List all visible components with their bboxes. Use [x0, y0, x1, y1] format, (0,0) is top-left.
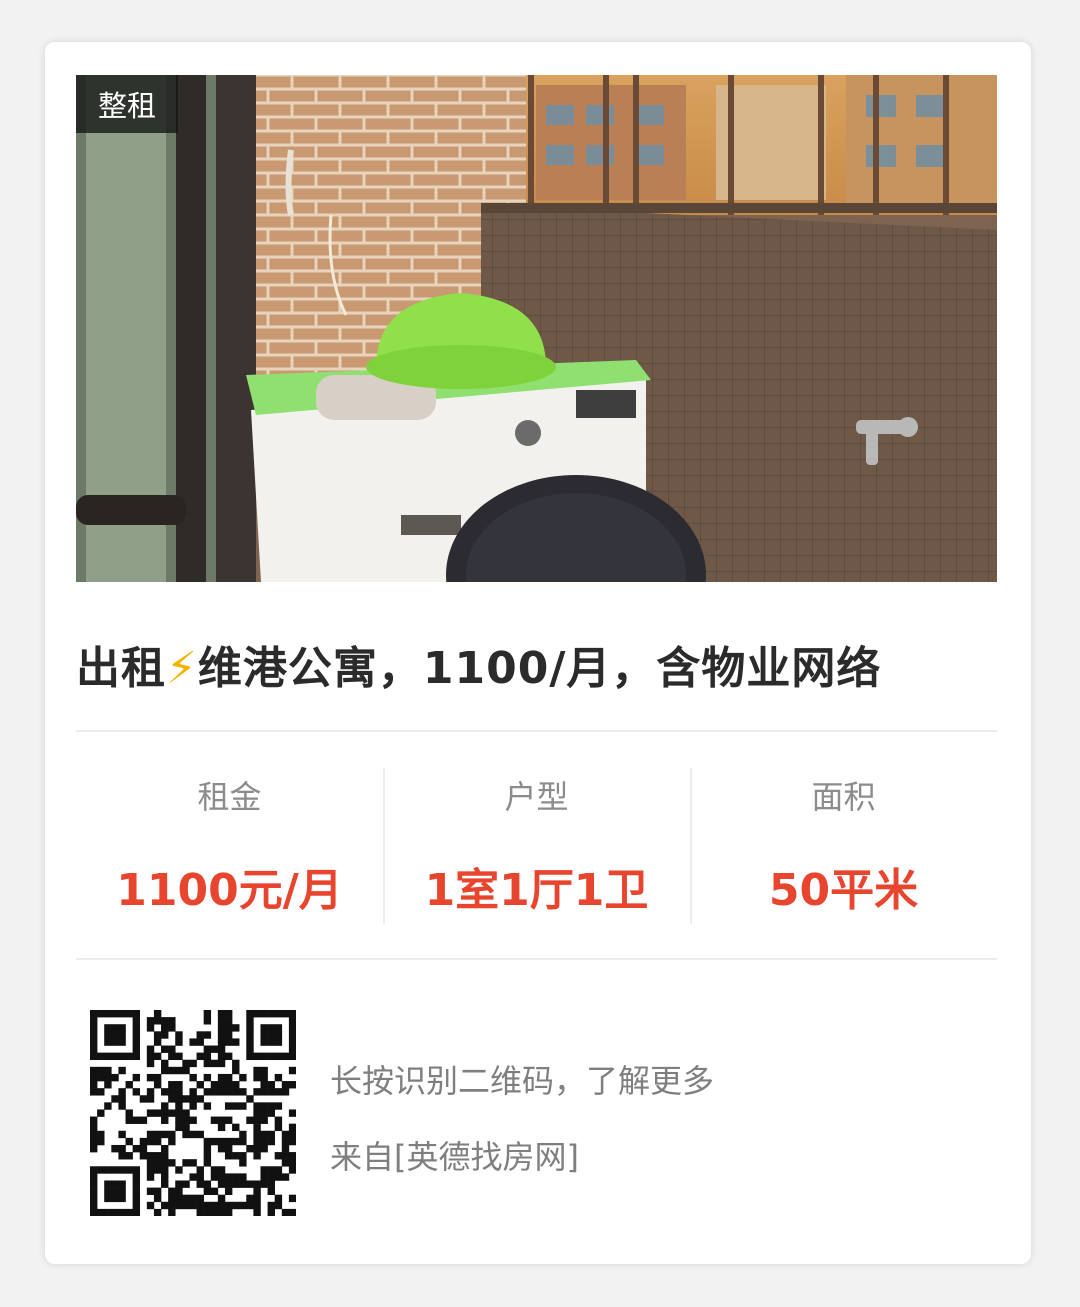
stat-value: 1100元/月	[116, 865, 343, 916]
listing-title[interactable]: 出租⚡维港公寓，1100/月，含物业网络	[76, 632, 1006, 696]
source-text: 来自[英德找房网]	[330, 1138, 579, 1176]
apartment-balcony-photo	[76, 75, 997, 582]
qr-code[interactable]	[90, 1010, 296, 1216]
qr-hint-text: 长按识别二维码，了解更多	[330, 1062, 715, 1100]
listing-photo[interactable]: 整租	[76, 75, 997, 582]
divider	[76, 958, 997, 960]
listing-stats: 租金 1100元/月 户型 1室1厅1卫 面积 50平米	[76, 764, 997, 924]
divider	[76, 730, 997, 732]
stat-label: 租金	[197, 778, 262, 816]
stat-rent: 租金 1100元/月	[76, 764, 383, 924]
stat-label: 户型	[504, 778, 569, 816]
stat-area: 面积 50平米	[690, 764, 997, 924]
listing-card[interactable]: 整租 出租⚡维港公寓，1100/月，含物业网络 租金 1100元/月 户型 1室…	[45, 42, 1031, 1264]
stat-label: 面积	[811, 778, 876, 816]
stat-layout: 户型 1室1厅1卫	[383, 764, 690, 924]
qr-code-icon	[90, 1010, 296, 1216]
title-prefix: 出租	[76, 643, 166, 694]
rental-type-tag: 整租	[76, 75, 178, 133]
stat-value: 50平米	[768, 865, 919, 916]
lightning-icon: ⚡	[166, 643, 198, 694]
title-text: 维港公寓，1100/月，含物业网络	[197, 643, 882, 694]
stat-value: 1室1厅1卫	[424, 865, 649, 916]
